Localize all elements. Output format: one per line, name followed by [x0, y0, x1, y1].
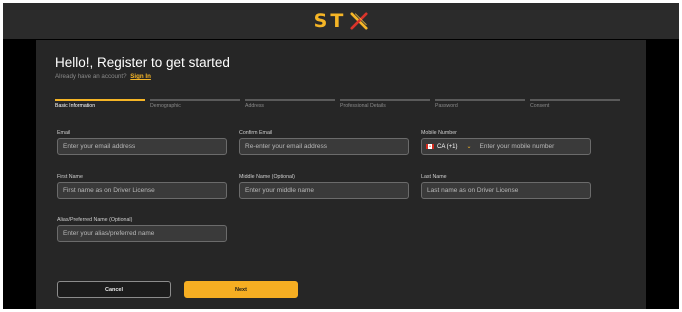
step-progress-bar	[340, 99, 430, 101]
step-address[interactable]: Address	[245, 99, 335, 111]
mobile-number-label: Mobile Number	[421, 130, 457, 136]
step-progress-bar	[150, 99, 240, 101]
step-label: Demographic	[150, 103, 181, 109]
step-basic-information[interactable]: Basic Information	[55, 99, 145, 111]
first-name-label: First Name	[57, 174, 83, 180]
step-label: Basic Information	[55, 103, 96, 109]
step-progress-bar	[435, 99, 525, 101]
brand-logo[interactable]: ST	[314, 10, 369, 32]
alias-label: Alias/Preferred Name (Optional)	[57, 217, 133, 223]
first-name-input[interactable]	[57, 182, 227, 199]
email-field-group: Email	[57, 129, 227, 155]
confirm-email-input[interactable]	[239, 138, 409, 155]
country-code-select[interactable]: CA (+1) ⌄	[426, 139, 472, 154]
step-progress-bar	[55, 99, 145, 101]
last-name-label: Last Name	[421, 174, 447, 180]
email-input[interactable]	[57, 138, 227, 155]
step-label: Professional Details	[340, 103, 386, 109]
step-label: Address	[245, 103, 265, 109]
step-label: Consent	[530, 103, 550, 109]
step-professional-details[interactable]: Professional Details	[340, 99, 430, 111]
mobile-number-field-group: Mobile Number CA (+1) ⌄	[421, 129, 591, 155]
logo-text: ST	[313, 10, 347, 32]
page-title: Hello!, Register to get started	[55, 55, 230, 70]
login-prompt-text: Already have an account?	[55, 73, 127, 80]
first-name-field-group: First Name	[57, 173, 227, 199]
step-progress-bar	[245, 99, 335, 101]
country-code-value: CA (+1)	[437, 143, 458, 150]
cancel-button[interactable]: Cancel	[57, 281, 171, 298]
login-prompt: Already have an account? Sign In	[55, 73, 151, 80]
canada-flag-icon	[426, 144, 434, 149]
next-button[interactable]: Next	[184, 281, 298, 298]
middle-name-field-group: Middle Name (Optional)	[239, 173, 409, 199]
x-logo-icon	[350, 12, 368, 30]
middle-name-label: Middle Name (Optional)	[239, 174, 295, 180]
step-password[interactable]: Password	[435, 99, 525, 111]
app-window: ST Hello!, Register to get started Alrea…	[3, 3, 679, 309]
registration-panel: Hello!, Register to get started Already …	[36, 40, 646, 309]
middle-name-input[interactable]	[239, 182, 409, 199]
last-name-field-group: Last Name	[421, 173, 591, 199]
confirm-email-field-group: Confirm Email	[239, 129, 409, 155]
registration-stepper: Basic Information Demographic Address Pr…	[55, 99, 625, 111]
top-bar: ST	[3, 3, 679, 39]
sign-in-link[interactable]: Sign In	[130, 73, 151, 80]
last-name-input[interactable]	[421, 182, 591, 199]
mobile-number-input[interactable]	[471, 139, 586, 154]
mobile-number-field: CA (+1) ⌄	[421, 138, 591, 155]
step-progress-bar	[530, 99, 620, 101]
alias-input[interactable]	[57, 225, 227, 242]
alias-field-group: Alias/Preferred Name (Optional)	[57, 216, 227, 242]
email-label: Email	[57, 130, 71, 136]
confirm-email-label: Confirm Email	[239, 130, 273, 136]
step-demographic[interactable]: Demographic	[150, 99, 240, 111]
step-label: Password	[435, 103, 458, 109]
step-consent[interactable]: Consent	[530, 99, 620, 111]
